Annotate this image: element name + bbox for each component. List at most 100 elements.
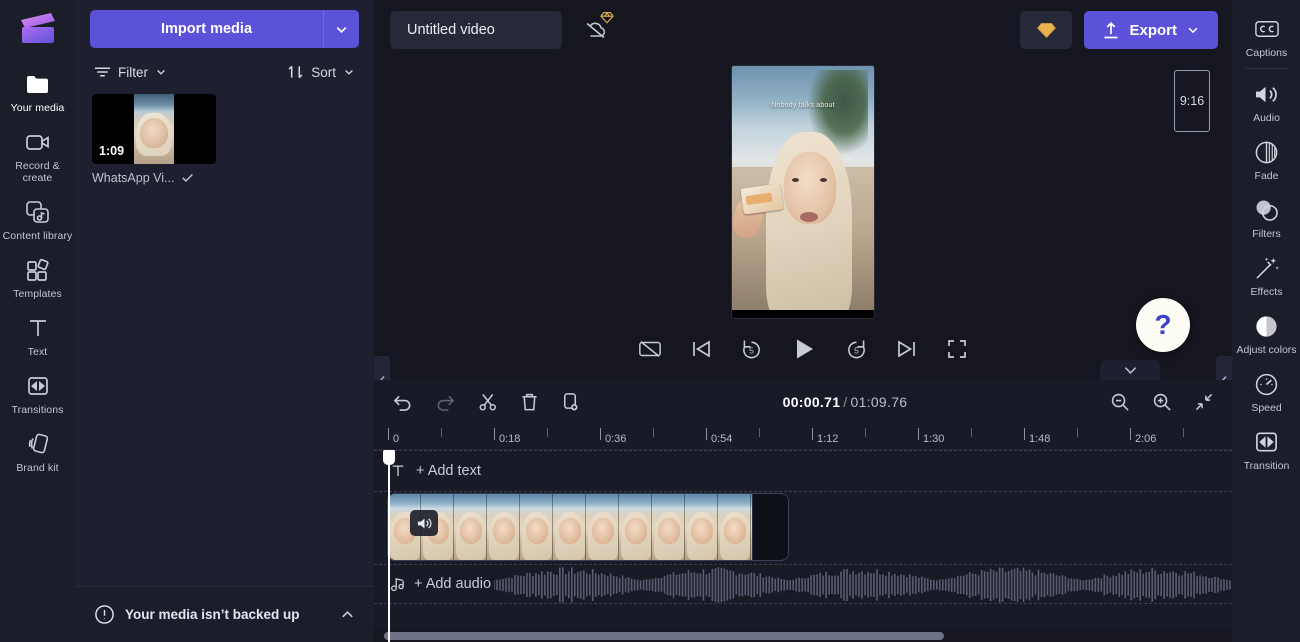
backup-status-text: Your media isn’t backed up (125, 607, 300, 622)
property-item-fade[interactable]: Fade (1233, 129, 1300, 187)
scissors-icon (478, 392, 498, 412)
add-text-label[interactable]: + Add text (416, 463, 481, 479)
delete-button[interactable] (518, 390, 541, 414)
backup-status-bar[interactable]: Your media isn’t backed up (76, 586, 374, 642)
clipchamp-logo[interactable] (12, 6, 64, 52)
sidebar-item-templates[interactable]: Templates (0, 248, 76, 306)
aspect-ratio-label: 9:16 (1179, 94, 1205, 108)
aspect-ratio-button[interactable]: 9:16 (1174, 70, 1210, 132)
fit-to-screen-icon (1194, 392, 1214, 412)
rewind-5-seconds-button[interactable]: 5 (736, 334, 767, 365)
clip-audio-button[interactable] (410, 510, 438, 536)
property-item-transition[interactable]: Transition (1233, 419, 1300, 477)
property-item-audio[interactable]: Audio (1233, 71, 1300, 129)
ruler-tick (812, 428, 813, 440)
media-thumbnail[interactable]: 1:09 (92, 94, 216, 164)
chevron-up-icon[interactable] (339, 606, 356, 623)
collapse-timeline-button[interactable] (1100, 360, 1160, 380)
cloud-backup-button[interactable] (576, 11, 616, 47)
property-item-filters[interactable]: Filters (1233, 187, 1300, 245)
clip-frame (718, 494, 751, 560)
sidebar-item-your-media[interactable]: Your media (0, 62, 76, 120)
video-preview[interactable]: Nobody talks about (732, 66, 874, 318)
filter-button[interactable]: Filter (92, 61, 169, 84)
fullscreen-button[interactable] (942, 334, 972, 364)
export-label: Export (1129, 21, 1177, 39)
add-audio-label[interactable]: + Add audio (414, 576, 491, 592)
preview-eye-right (820, 178, 827, 182)
undo-button[interactable] (390, 391, 415, 414)
duplicate-button[interactable] (559, 390, 582, 414)
fit-to-screen-button[interactable] (1192, 390, 1216, 414)
media-grid: 1:09 WhatsApp Vi... (76, 94, 373, 185)
video-track (388, 494, 788, 560)
ruler-label: 2:06 (1135, 433, 1157, 445)
redo-button[interactable] (433, 391, 458, 414)
media-item[interactable]: 1:09 WhatsApp Vi... (92, 94, 216, 185)
text-track[interactable]: + Add text (374, 450, 1232, 492)
ruler-tick (494, 428, 495, 440)
property-item-speed[interactable]: Speed (1233, 361, 1300, 419)
ruler-tick (1024, 428, 1025, 440)
cc-icon (1254, 15, 1280, 43)
forward-5-seconds-button[interactable]: 5 (841, 334, 872, 365)
sidebar-item-label: Brand kit (16, 462, 59, 474)
zoom-in-button[interactable] (1150, 390, 1174, 414)
sidebar-item-content-library[interactable]: Content library (0, 190, 76, 248)
export-button[interactable]: Export (1084, 11, 1218, 49)
import-media-dropdown-button[interactable] (323, 10, 359, 48)
time-separator: / (843, 394, 848, 410)
timeline-scrollbar-thumb[interactable] (384, 632, 944, 640)
help-button[interactable]: ? (1136, 298, 1190, 352)
text-icon (27, 314, 49, 342)
import-media-button[interactable]: Import media (90, 10, 323, 48)
thumbnail-face (140, 118, 168, 148)
filter-icon (94, 65, 111, 79)
ruler-tick (600, 428, 601, 440)
play-button[interactable] (787, 332, 821, 366)
skip-forward-icon (896, 339, 918, 359)
chevron-down-icon (1186, 23, 1200, 37)
diamond-premium-icon (600, 11, 614, 24)
speaker-icon (1253, 80, 1280, 108)
zoom-in-icon (1152, 392, 1172, 412)
next-frame-button[interactable] (892, 335, 922, 363)
property-item-captions[interactable]: Captions (1233, 6, 1300, 64)
filter-sort-row: Filter Sort (76, 56, 373, 94)
split-button[interactable] (476, 390, 500, 414)
content-library-icon (25, 198, 50, 226)
clipchamp-editor: Your media Record & create Content libra… (0, 0, 1300, 642)
property-item-adjust-colors[interactable]: Adjust colors (1233, 303, 1300, 361)
sidebar-item-brand-kit[interactable]: Brand kit (0, 422, 76, 480)
sidebar-item-record-create[interactable]: Record & create (0, 120, 76, 190)
audio-track[interactable]: + Add audio (374, 564, 1232, 604)
captions-toggle-button[interactable] (634, 335, 666, 363)
sidebar-item-text[interactable]: Text (0, 306, 76, 364)
previous-frame-button[interactable] (686, 335, 716, 363)
clip-frame (619, 494, 652, 560)
playhead[interactable] (383, 450, 395, 642)
property-item-effects[interactable]: Effects (1233, 245, 1300, 303)
preview-overlay-caption: Nobody talks about (771, 102, 835, 109)
clip-frame (685, 494, 718, 560)
ruler-tick (388, 428, 389, 440)
playhead-handle[interactable] (383, 450, 395, 465)
sort-button[interactable]: Sort (285, 60, 357, 84)
clip-frame-face (493, 518, 515, 544)
clip-frame (520, 494, 553, 560)
fade-circle-icon (1254, 138, 1279, 166)
sidebar-item-label: Transitions (11, 404, 64, 416)
video-clip[interactable] (388, 494, 788, 560)
sidebar-item-transitions[interactable]: Transitions (0, 364, 76, 422)
timeline-ruler[interactable]: 0 0:18 0:36 0:54 1:12 1:30 1:48 2:06 (374, 424, 1232, 450)
music-note-icon (390, 576, 405, 592)
timeline-scrollbar[interactable] (374, 630, 1232, 642)
ruler-label: 0 (393, 433, 400, 445)
project-title-input[interactable]: Untitled video (390, 11, 562, 49)
templates-icon (26, 256, 50, 284)
chevron-down-icon (155, 66, 167, 78)
premium-upgrade-button[interactable] (1020, 11, 1073, 49)
ruler-tick-minor (971, 428, 972, 437)
ruler-label: 0:36 (605, 433, 627, 445)
zoom-out-button[interactable] (1108, 390, 1132, 414)
